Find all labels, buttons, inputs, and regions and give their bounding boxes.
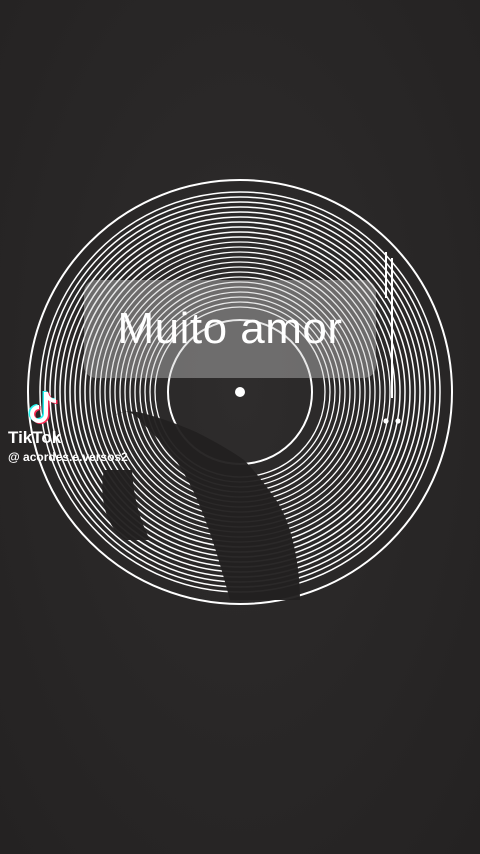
video-frame[interactable]: Muito amor TikTok @ acordes.e.versos2 <box>0 0 480 854</box>
creator-handle: @ acordes.e.versos2 <box>8 450 128 464</box>
vinyl-record-icon <box>27 179 453 605</box>
tiktok-brand-label: TikTok <box>8 428 62 447</box>
caption-overlay: Muito amor <box>84 280 376 378</box>
caption-text: Muito amor <box>117 304 343 353</box>
tiktok-logo-icon <box>28 390 58 424</box>
